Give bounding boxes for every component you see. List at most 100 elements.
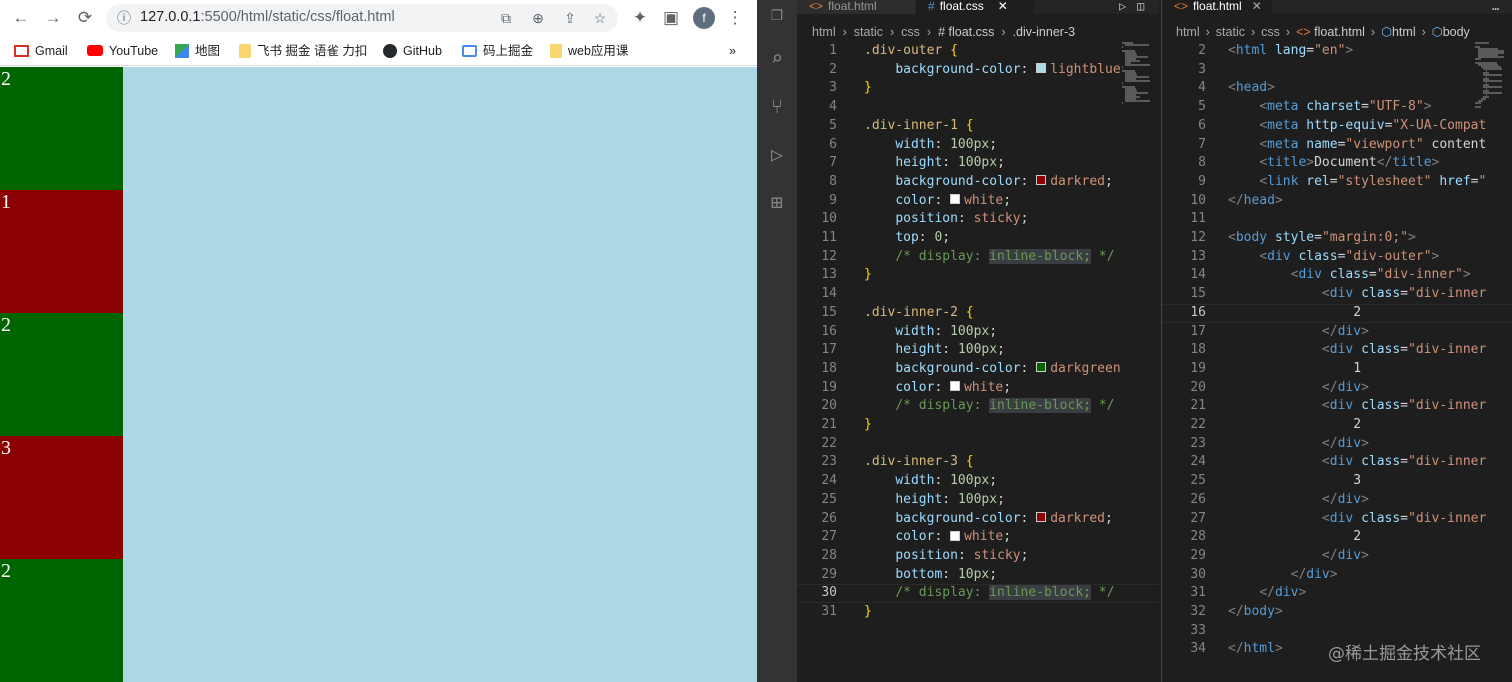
code-line[interactable]: /* display: inline-block; */ <box>864 397 1114 416</box>
close-icon[interactable]: ✕ <box>998 0 1008 13</box>
code-line[interactable]: } <box>864 416 872 435</box>
code-line[interactable]: </div> <box>1228 547 1369 566</box>
tab-float-html[interactable]: <> float.html <box>797 0 915 14</box>
breadcrumb-item[interactable]: html <box>1392 25 1416 39</box>
share-icon[interactable]: ⇪ <box>560 8 580 28</box>
code-line[interactable]: height: 100px; <box>864 341 1005 360</box>
translate-icon[interactable]: ⧉ <box>496 8 516 28</box>
code-line[interactable]: bottom: 10px; <box>864 566 997 585</box>
bookmark-youtube[interactable]: YouTube <box>87 42 158 60</box>
code-line[interactable]: <html lang="en"> <box>1228 42 1353 61</box>
code-line[interactable]: background-color: darkred; <box>864 173 1113 192</box>
breadcrumb-item[interactable]: html <box>812 25 836 39</box>
code-line[interactable]: </div> <box>1228 379 1369 398</box>
close-icon[interactable]: ✕ <box>1252 0 1262 13</box>
breadcrumb-item[interactable]: static <box>854 25 883 39</box>
code-line[interactable]: .div-inner-1 { <box>864 117 974 136</box>
code-line[interactable]: <div class="div-inner <box>1228 397 1486 416</box>
menu-dots-icon[interactable]: ⋮ <box>724 7 746 29</box>
breadcrumb-item[interactable]: css <box>901 25 920 39</box>
address-bar[interactable]: ⓘ 127.0.0.1:5500/html/static/css/float.h… <box>106 4 618 32</box>
breadcrumb-item[interactable]: css <box>1261 25 1280 39</box>
bookmark-code-juejin[interactable]: 码上掘金 <box>462 42 533 60</box>
code-line[interactable]: background-color: darkred; <box>864 510 1113 529</box>
code-line[interactable]: </div> <box>1228 491 1369 510</box>
code-line[interactable]: 2 <box>1228 528 1361 547</box>
bookmark-github[interactable]: GitHub <box>383 42 442 60</box>
reload-icon[interactable]: ⟳ <box>74 7 96 29</box>
breadcrumb-item[interactable]: .div-inner-3 <box>1013 25 1076 39</box>
code-line[interactable]: width: 100px; <box>864 472 997 491</box>
code-line[interactable]: /* display: inline-block; */ <box>864 248 1114 267</box>
code-line[interactable]: </html> <box>1228 640 1283 659</box>
code-line[interactable]: height: 100px; <box>864 154 1005 173</box>
code-line[interactable]: position: sticky; <box>864 547 1028 566</box>
code-line[interactable]: <title>Document</title> <box>1228 154 1439 173</box>
code-line[interactable]: 1 <box>1228 360 1361 379</box>
back-arrow-icon[interactable]: ← <box>10 7 32 29</box>
bookmark-star-icon[interactable]: ☆ <box>590 8 610 28</box>
code-line[interactable]: top: 0; <box>864 229 950 248</box>
code-line[interactable]: <div class="div-inner <box>1228 510 1486 529</box>
code-line[interactable]: color: white; <box>864 379 1011 398</box>
code-line[interactable]: <meta charset="UTF-8"> <box>1228 98 1431 117</box>
source-control-icon[interactable]: ⑂ <box>764 93 790 119</box>
tab-float-css[interactable]: # float.css ✕ <box>916 0 1034 14</box>
code-line[interactable]: } <box>864 603 872 622</box>
breadcrumb-item[interactable]: static <box>1216 25 1245 39</box>
more-actions-icon[interactable]: … <box>1492 0 1499 12</box>
code-line[interactable]: <body style="margin:0;"> <box>1228 229 1416 248</box>
breadcrumb-item[interactable]: body <box>1443 25 1470 39</box>
code-line[interactable]: </div> <box>1228 584 1306 603</box>
minimap[interactable] <box>1472 42 1512 108</box>
extensions-icon[interactable]: ⊞ <box>764 189 790 215</box>
bookmark-maps[interactable]: 地图 <box>175 42 220 60</box>
code-line[interactable]: /* display: inline-block; */ <box>864 584 1114 603</box>
code-line[interactable]: </div> <box>1228 323 1369 342</box>
minimap[interactable] <box>1119 42 1159 104</box>
bookmark-folder-2[interactable]: web应用课 <box>550 42 628 60</box>
code-line[interactable]: color: white; <box>864 528 1011 547</box>
code-line[interactable]: .div-inner-3 { <box>864 453 974 472</box>
code-line[interactable]: .div-outer { <box>864 42 958 61</box>
run-debug-icon[interactable]: ▷ <box>764 141 790 167</box>
code-line[interactable]: <meta name="viewport" content <box>1228 136 1486 155</box>
code-line[interactable]: width: 100px; <box>864 323 997 342</box>
explorer-icon[interactable]: ❐ <box>764 0 790 26</box>
code-line[interactable]: width: 100px; <box>864 136 997 155</box>
breadcrumb-item[interactable]: # float.css <box>938 25 994 39</box>
url-text[interactable]: 127.0.0.1:5500/html/static/css/float.htm… <box>140 9 395 25</box>
code-line[interactable]: } <box>864 79 872 98</box>
code-line[interactable]: </div> <box>1228 566 1338 585</box>
bookmark-folder-1[interactable]: 飞书 掘金 语雀 力扣 <box>239 42 367 60</box>
search-icon[interactable]: ⌕ <box>764 45 790 71</box>
extensions-icon[interactable]: ✦ <box>629 7 651 29</box>
zoom-icon[interactable]: ⊕ <box>528 8 548 28</box>
code-line[interactable]: <div class="div-inner <box>1228 341 1486 360</box>
code-line[interactable]: position: sticky; <box>864 210 1028 229</box>
code-line[interactable]: 2 <box>1228 416 1361 435</box>
code-line[interactable]: } <box>864 266 872 285</box>
site-info-icon[interactable]: ⓘ <box>114 8 134 28</box>
code-line[interactable]: </head> <box>1228 192 1283 211</box>
split-editor-icon[interactable]: ◫ <box>1137 0 1144 12</box>
code-line[interactable]: 2 <box>1228 304 1361 323</box>
breadcrumb-item[interactable]: float.html <box>1314 25 1365 39</box>
tab-float-html[interactable]: <> float.html ✕ <box>1162 0 1272 14</box>
side-panel-icon[interactable]: ▣ <box>660 7 682 29</box>
bookmark-gmail[interactable]: Gmail <box>14 42 68 60</box>
forward-arrow-icon[interactable]: → <box>42 7 64 29</box>
code-line[interactable]: .div-inner-2 { <box>864 304 974 323</box>
code-line[interactable]: <link rel="stylesheet" href=" <box>1228 173 1486 192</box>
code-line[interactable]: color: white; <box>864 192 1011 211</box>
more-bookmarks-button[interactable]: » <box>729 42 736 60</box>
code-line[interactable]: <meta http-equiv="X-UA-Compat <box>1228 117 1486 136</box>
breadcrumb-item[interactable]: html <box>1176 25 1200 39</box>
code-line[interactable]: background-color: darkgreen <box>864 360 1120 379</box>
code-line[interactable]: </div> <box>1228 435 1369 454</box>
code-line[interactable]: height: 100px; <box>864 491 1005 510</box>
code-line[interactable]: <div class="div-inner <box>1228 453 1486 472</box>
code-line[interactable]: background-color: lightblue <box>864 61 1120 80</box>
code-line[interactable]: <head> <box>1228 79 1275 98</box>
code-line[interactable]: </body> <box>1228 603 1283 622</box>
